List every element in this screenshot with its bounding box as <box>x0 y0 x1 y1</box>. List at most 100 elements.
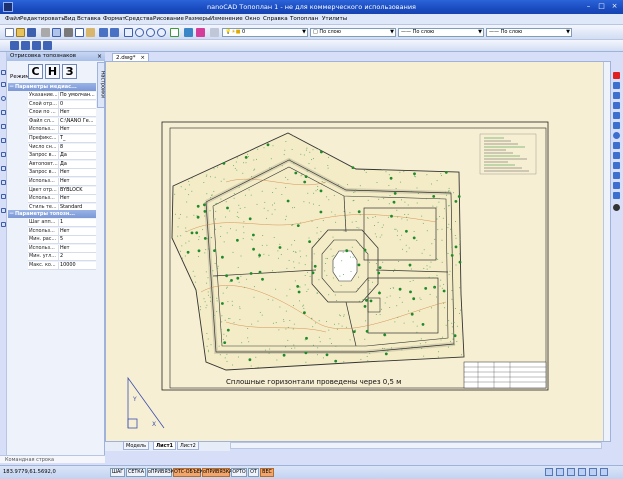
maximize-button[interactable]: □ <box>597 2 606 11</box>
matchprop-icon[interactable] <box>196 28 205 37</box>
panel-close-icon[interactable]: × <box>97 52 102 61</box>
linetype-dropdown[interactable]: —— По слою ▼ <box>398 28 484 37</box>
property-value[interactable]: 10000 <box>58 262 96 270</box>
paste-icon[interactable] <box>86 28 95 37</box>
menu-view[interactable]: Вид <box>64 16 75 22</box>
property-row[interactable]: Указание... По умолчан... <box>8 92 96 101</box>
properties-icon[interactable] <box>184 28 193 37</box>
minimize-button[interactable]: – <box>584 2 593 11</box>
spline-tool-icon[interactable] <box>1 152 6 157</box>
stretch-icon[interactable] <box>613 152 620 159</box>
scale-icon[interactable] <box>613 142 620 149</box>
move-icon[interactable] <box>613 122 620 129</box>
status-toggle-button[interactable]: ОТС-ОБЪЕКТ <box>173 468 206 477</box>
block-tool-icon[interactable] <box>1 194 6 199</box>
cut-icon[interactable] <box>64 28 73 37</box>
extend-icon[interactable] <box>613 172 620 179</box>
fillet-icon[interactable] <box>613 192 620 199</box>
property-row[interactable]: Автоповт... Да <box>8 160 96 169</box>
region-tool-icon[interactable] <box>1 222 6 227</box>
line-tool-icon[interactable] <box>1 70 6 75</box>
section-header-2[interactable]: Параметры топозн... <box>8 210 96 218</box>
property-row[interactable]: Префикс... T_ <box>8 135 96 144</box>
property-value[interactable]: Нет <box>58 195 96 203</box>
tray-icon-5[interactable] <box>589 468 597 476</box>
tray-icon-1[interactable] <box>545 468 553 476</box>
status-toggle-button[interactable]: оПРИВЯЗКА <box>202 468 232 477</box>
menu-help[interactable]: Справка <box>263 16 288 22</box>
property-row[interactable]: Запрос в... Нет <box>8 169 96 178</box>
zoom-realtime-icon[interactable] <box>135 28 144 37</box>
property-value[interactable]: Нет <box>58 178 96 186</box>
property-value[interactable]: C:\NANO Ге... <box>58 117 96 126</box>
property-value[interactable]: T_ <box>58 135 96 143</box>
property-value[interactable]: Нет <box>58 169 96 177</box>
property-row[interactable]: Слои по ... Нет <box>8 109 96 118</box>
save-icon[interactable] <box>27 28 36 37</box>
property-row[interactable]: Использ... Нет <box>8 195 96 204</box>
menu-tools[interactable]: Средства <box>125 16 153 22</box>
arc-tool-icon[interactable] <box>1 110 6 115</box>
topo-tool-1-icon[interactable] <box>10 41 19 50</box>
zoom-window-icon[interactable] <box>146 28 155 37</box>
status-toggle-button[interactable]: ОРТО <box>231 468 247 477</box>
property-value[interactable]: 1 <box>58 219 96 227</box>
horizontal-scrollbar[interactable] <box>230 442 602 449</box>
copy-object-icon[interactable] <box>613 82 620 89</box>
property-value[interactable]: 8 <box>58 143 96 152</box>
tab-model[interactable]: Модель <box>123 442 150 450</box>
print-icon[interactable] <box>41 28 50 37</box>
break-icon[interactable] <box>613 182 620 189</box>
menu-insert[interactable]: Вставка <box>77 16 101 22</box>
circle-tool-icon[interactable] <box>1 96 6 101</box>
refresh-icon[interactable] <box>170 28 179 37</box>
menu-edit[interactable]: Редактировать <box>20 16 65 22</box>
preview-icon[interactable] <box>52 28 61 37</box>
tray-icon-4[interactable] <box>578 468 586 476</box>
topo-tool-3-icon[interactable] <box>32 41 41 50</box>
mode-button-z[interactable]: З <box>62 64 77 79</box>
property-value[interactable]: Нет <box>58 126 96 134</box>
settings-side-tab[interactable]: Настройки <box>97 62 105 108</box>
property-value[interactable]: 5 <box>58 236 96 244</box>
command-line[interactable]: Командная строка <box>0 455 105 463</box>
redo-icon[interactable] <box>110 28 119 37</box>
new-file-icon[interactable] <box>5 28 14 37</box>
menu-window[interactable]: Окно <box>245 16 260 22</box>
property-value[interactable]: BYBLOCK <box>58 186 96 195</box>
topo-tool-4-icon[interactable] <box>43 41 52 50</box>
status-toggle-button[interactable]: оПРИВЯЗКА <box>147 468 177 477</box>
property-row[interactable]: Шаг апп... 1 <box>8 219 96 228</box>
property-value[interactable]: Нет <box>58 109 96 117</box>
property-row[interactable]: Запрос в... Да <box>8 152 96 161</box>
open-file-icon[interactable] <box>16 28 25 37</box>
status-toggle-button[interactable]: СЕТКА <box>126 468 146 477</box>
vertical-scrollbar[interactable] <box>603 62 610 441</box>
property-row[interactable]: Мин. угл... 2 <box>8 253 96 262</box>
copy-icon[interactable] <box>75 28 84 37</box>
undo-icon[interactable] <box>99 28 108 37</box>
pan-icon[interactable] <box>124 28 133 37</box>
erase-icon[interactable] <box>613 72 620 79</box>
property-row[interactable]: Использ... Нет <box>8 126 96 135</box>
property-row[interactable]: Мин. рас... 5 <box>8 236 96 245</box>
property-value[interactable]: По умолчан... <box>58 92 96 100</box>
status-toggle-button[interactable]: ВЕС <box>260 468 274 477</box>
polyline-tool-icon[interactable] <box>1 82 6 87</box>
rotate-icon[interactable] <box>613 132 620 139</box>
tray-icon-6[interactable] <box>600 468 608 476</box>
close-button[interactable]: × <box>610 2 619 11</box>
array-icon[interactable] <box>613 112 620 119</box>
point-tool-icon[interactable] <box>1 208 6 213</box>
tab-sheet1[interactable]: Лист1 <box>153 442 176 450</box>
property-row[interactable]: Использ... Нет <box>8 178 96 187</box>
menu-file[interactable]: Файл <box>5 16 20 22</box>
property-row[interactable]: Использ... Нет <box>8 227 96 236</box>
property-value[interactable]: Да <box>58 152 96 160</box>
layer-manager-icon[interactable] <box>210 28 219 37</box>
property-row[interactable]: Слой отр... 0 <box>8 100 96 109</box>
mode-button-n[interactable]: Н <box>45 64 60 79</box>
property-value[interactable]: Нет <box>58 244 96 253</box>
tray-icon-2[interactable] <box>556 468 564 476</box>
property-row[interactable]: Файл сл... C:\NANO Ге... <box>8 117 96 126</box>
